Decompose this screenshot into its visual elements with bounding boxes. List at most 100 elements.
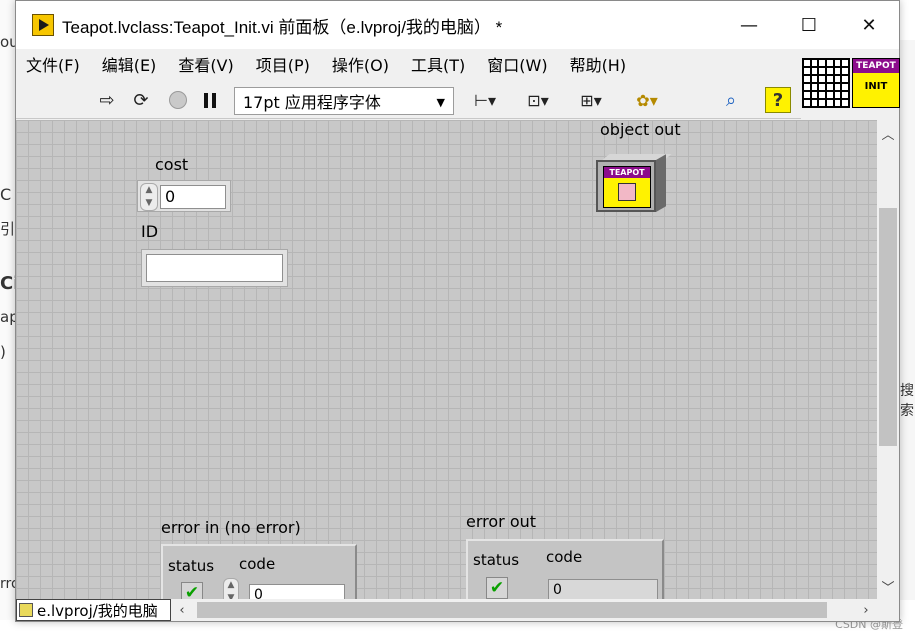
connector-pane[interactable] xyxy=(802,58,850,108)
increment-decrement-arrows-icon[interactable]: ▲ ▼ xyxy=(223,578,239,599)
object-out-label: object out xyxy=(600,120,681,139)
error-out-status-label: status xyxy=(473,551,520,569)
menu-file[interactable]: 文件(F) xyxy=(26,52,80,76)
minimize-button[interactable]: — xyxy=(719,1,779,49)
connector-terminal xyxy=(825,91,834,99)
project-path: e.lvproj/我的电脑 xyxy=(37,601,158,620)
connector-terminal xyxy=(810,91,819,99)
abort-execution-icon[interactable] xyxy=(169,91,187,109)
chevron-down-icon: ▼ xyxy=(436,96,445,109)
distribute-objects-icon[interactable]: ⊡▾ xyxy=(519,87,557,113)
cost-value[interactable]: 0 xyxy=(160,185,226,209)
teapot-banner: TEAPOT xyxy=(604,167,650,178)
scroll-left-arrow-icon[interactable]: ‹ xyxy=(171,599,193,621)
connector-terminal xyxy=(818,67,826,75)
menu-tools[interactable]: 工具(T) xyxy=(411,52,465,76)
connector-terminal xyxy=(810,83,819,91)
error-out-cluster[interactable]: status code ✔ 0 xyxy=(466,539,664,599)
horizontal-scrollbar[interactable]: ‹ › xyxy=(171,599,877,621)
error-out-code-value: 0 xyxy=(548,579,658,599)
scroll-right-arrow-icon[interactable]: › xyxy=(855,599,877,621)
cost-numeric-control[interactable]: ▲ ▼ 0 xyxy=(137,180,231,212)
menu-view[interactable]: 查看(V) xyxy=(178,52,233,76)
resize-objects-icon[interactable]: ⊞▾ xyxy=(572,87,610,113)
object-out-front: TEAPOT xyxy=(596,160,656,212)
title-bar[interactable]: Teapot.lvclass:Teapot_Init.vi 前面板（e.lvpr… xyxy=(16,1,899,49)
background-text: 搜索 xyxy=(900,383,914,419)
id-label: ID xyxy=(141,222,159,241)
connector-terminal xyxy=(803,59,811,67)
menu-operate[interactable]: 操作(O) xyxy=(332,52,389,76)
background-text: C xyxy=(0,185,12,204)
connector-terminal xyxy=(833,91,842,99)
connector-terminal xyxy=(810,75,819,83)
connector-terminal xyxy=(825,67,834,75)
connector-terminal xyxy=(803,91,811,99)
align-objects-icon[interactable]: ⊢▾ xyxy=(466,87,504,113)
connector-terminal xyxy=(825,99,834,107)
reorder-icon[interactable]: ✿▾ xyxy=(628,87,666,113)
context-help-button[interactable]: ? xyxy=(765,87,791,113)
toolbar: ⇨ ⟳ 17pt 应用程序字体 ▼ ⊢▾ ⊡▾ ⊞▾ ✿▾ ⌕ ? xyxy=(16,81,801,119)
connector-terminal xyxy=(803,99,811,107)
error-in-status-label: status xyxy=(168,557,215,575)
error-in-code-label: code xyxy=(239,555,276,573)
horizontal-scroll-thumb[interactable] xyxy=(197,602,827,618)
font-select[interactable]: 17pt 应用程序字体 ▼ xyxy=(234,87,454,115)
connector-terminal xyxy=(803,67,811,75)
connector-terminal xyxy=(818,91,826,99)
id-string-control[interactable] xyxy=(141,249,288,287)
error-in-cluster[interactable]: status code ✔ ▲ ▼ 0 xyxy=(161,544,357,599)
project-icon xyxy=(19,603,33,617)
connector-terminal xyxy=(810,99,819,107)
scroll-down-arrow-icon[interactable]: ﹀ xyxy=(877,575,899,597)
menu-project[interactable]: 项目(P) xyxy=(256,52,310,76)
search-icon[interactable]: ⌕ xyxy=(714,87,748,113)
maximize-button[interactable]: ☐ xyxy=(779,1,839,49)
run-continuously-icon[interactable]: ⟳ xyxy=(128,87,154,113)
connector-terminal xyxy=(803,75,811,83)
cube-icon xyxy=(618,183,636,201)
connector-terminal xyxy=(810,67,819,75)
vertical-scroll-thumb[interactable] xyxy=(879,208,897,446)
background-window-right: 搜索 xyxy=(899,40,915,600)
error-in-code-value[interactable]: 0 xyxy=(249,584,345,599)
connector-terminal xyxy=(825,59,834,67)
connector-terminal xyxy=(825,75,834,83)
close-button[interactable]: ✕ xyxy=(839,1,899,49)
menu-window[interactable]: 窗口(W) xyxy=(487,52,547,76)
connector-terminal xyxy=(818,83,826,91)
run-arrow-icon[interactable]: ⇨ xyxy=(96,87,118,113)
error-in-status-checkmark-icon[interactable]: ✔ xyxy=(181,582,203,599)
increment-decrement-arrows-icon[interactable]: ▲ ▼ xyxy=(140,183,158,211)
pause-icon[interactable] xyxy=(204,93,217,108)
background-text: 引 xyxy=(0,220,16,238)
connector-terminal xyxy=(841,75,849,83)
connector-terminal xyxy=(825,83,834,91)
object-out-indicator[interactable]: TEAPOT xyxy=(596,154,672,212)
connector-terminal xyxy=(818,75,826,83)
connector-terminal xyxy=(841,83,849,91)
id-value[interactable] xyxy=(146,254,283,282)
menu-edit[interactable]: 编辑(E) xyxy=(102,52,157,76)
menu-help[interactable]: 帮助(H) xyxy=(570,52,627,76)
connector-terminal xyxy=(833,99,842,107)
labview-app-icon xyxy=(32,14,54,36)
error-out-label: error out xyxy=(466,512,537,531)
connector-terminal xyxy=(841,67,849,75)
connector-terminal xyxy=(810,59,819,67)
connector-terminal xyxy=(818,59,826,67)
vertical-scrollbar[interactable]: ︿ ﹀ xyxy=(877,120,899,599)
vi-icon-banner: TEAPOT xyxy=(853,59,899,73)
font-select-value: 17pt 应用程序字体 xyxy=(243,93,381,112)
connector-terminal xyxy=(833,67,842,75)
project-status-bar[interactable]: e.lvproj/我的电脑 xyxy=(16,599,171,621)
error-in-label: error in (no error) xyxy=(161,518,301,537)
menu-bar: 文件(F) 编辑(E) 查看(V) 项目(P) 操作(O) 工具(T) 窗口(W… xyxy=(16,49,801,79)
scroll-up-arrow-icon[interactable]: ︿ xyxy=(877,122,899,144)
connector-terminal xyxy=(833,75,842,83)
front-panel-canvas[interactable]: cost ▲ ▼ 0 ID object out TEAPOT error in … xyxy=(16,120,877,599)
connector-terminal xyxy=(841,99,849,107)
cost-label: cost xyxy=(155,155,189,174)
vi-icon[interactable]: TEAPOT INIT xyxy=(852,58,900,108)
